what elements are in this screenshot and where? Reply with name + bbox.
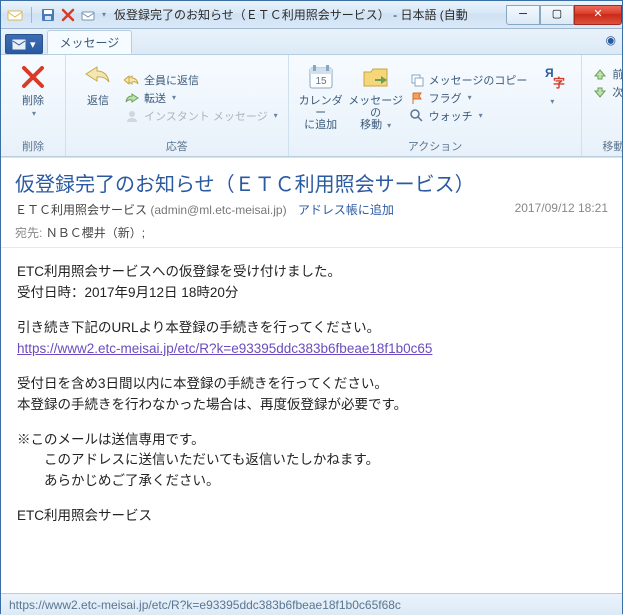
from-name: ＥＴＣ利用照会サービス xyxy=(15,203,147,217)
group-label-nav: 移動 xyxy=(590,136,623,154)
svg-text:15: 15 xyxy=(315,76,327,87)
delete-button[interactable]: 削除▾ xyxy=(9,59,57,136)
status-bar: https://www2.etc-meisai.jp/etc/R?k=e9339… xyxy=(1,593,622,615)
body-signature: ETC利用照会サービス xyxy=(17,506,606,527)
message-to: 宛先: ＮＢＣ櫻井（新）; xyxy=(15,224,608,241)
body-line: このアドレスに送信いただいても返信いたしかねます。 xyxy=(17,450,379,471)
reply-button[interactable]: 返信 xyxy=(74,59,122,136)
reply-all-icon xyxy=(124,72,140,88)
body-line: ETC利用照会サービスへの仮登録を受け付けました。 xyxy=(17,264,341,279)
file-menu-button[interactable]: ▾ xyxy=(5,34,43,54)
quick-access: ▾ xyxy=(1,7,106,23)
to-value: ＮＢＣ櫻井（新）; xyxy=(46,226,145,240)
save-icon[interactable] xyxy=(40,7,56,23)
copy-icon xyxy=(409,72,425,88)
status-text: https://www2.etc-meisai.jp/etc/R?k=e9339… xyxy=(9,598,401,612)
group-label-respond: 応答 xyxy=(74,136,280,154)
message-subject: 仮登録完了のお知らせ（ＥＴＣ利用照会サービス） xyxy=(15,168,608,197)
from-address: (admin@ml.etc-meisai.jp) xyxy=(150,203,286,217)
message-header: 仮登録完了のお知らせ（ＥＴＣ利用照会サービス） 2017/09/12 18:21… xyxy=(1,158,622,248)
body-line: 引き続き下記のURLより本登録の手続きを行ってください。 xyxy=(17,320,380,335)
message-body: ETC利用照会サービスへの仮登録を受け付けました。 受付日時：2017年9月12… xyxy=(1,248,622,593)
prev-button[interactable]: 前へ xyxy=(590,65,623,83)
close-button[interactable]: ✕ xyxy=(574,5,622,25)
folder-move-icon xyxy=(360,61,392,93)
ribbon-group-delete: 削除▾ 削除 xyxy=(1,55,66,156)
add-calendar-button[interactable]: 15 カレンダー に追加 xyxy=(297,59,345,136)
maximize-button[interactable]: ▢ xyxy=(540,5,574,25)
forward-icon xyxy=(124,90,140,106)
attach-icon[interactable] xyxy=(80,7,96,23)
message-date: 2017/09/12 18:21 xyxy=(515,201,608,215)
delete-icon[interactable] xyxy=(60,7,76,23)
ribbon-tabs: ▾ メッセージ ◉ xyxy=(1,29,622,55)
encoding-icon: Я字 xyxy=(535,61,567,93)
group-label-actions: アクション xyxy=(297,136,574,154)
chevron-down-icon: ▾ xyxy=(30,38,36,51)
next-button[interactable]: 次へ xyxy=(590,83,623,101)
watch-icon xyxy=(409,108,425,124)
body-line: あらかじめご了承ください。 xyxy=(17,471,220,492)
ribbon-group-actions: 15 カレンダー に追加 メッセージの 移動 ▾ メッセージのコピー フラグ▾ xyxy=(289,55,583,156)
body-line: 受付日時：2017年9月12日 18時20分 xyxy=(17,285,238,300)
group-label-delete: 削除 xyxy=(9,136,57,154)
message-from: 2017/09/12 18:21 ＥＴＣ利用照会サービス (admin@ml.e… xyxy=(15,201,608,218)
title-bar: ▾ 仮登録完了のお知らせ（ＥＴＣ利用照会サービス） - 日本語 (自動 ─ ▢ … xyxy=(1,1,622,29)
minimize-button[interactable]: ─ xyxy=(506,5,540,25)
svg-text:字: 字 xyxy=(553,75,565,90)
ribbon: 削除▾ 削除 返信 全員に返信 転送▾ xyxy=(1,55,622,157)
app-icon xyxy=(7,7,23,23)
instant-message-button: インスタント メッセージ▾ xyxy=(122,107,280,125)
add-to-addressbook-link[interactable]: アドレス帳に追加 xyxy=(298,203,394,217)
window-controls: ─ ▢ ✕ xyxy=(506,5,622,25)
flag-button[interactable]: フラグ▾ xyxy=(407,89,530,107)
body-line: 受付日を含め3日間以内に本登録の手続きを行ってください。 xyxy=(17,376,388,391)
delete-x-icon xyxy=(17,61,49,93)
help-icon[interactable]: ◉ xyxy=(606,33,616,47)
up-arrow-icon xyxy=(592,66,608,82)
copy-message-button[interactable]: メッセージのコピー xyxy=(407,71,530,89)
ribbon-group-nav: 前へ 次へ 移動 xyxy=(582,55,623,156)
forward-button[interactable]: 転送▾ xyxy=(122,89,280,107)
calendar-icon: 15 xyxy=(305,61,337,93)
body-line: 本登録の手続きを行わなかった場合は、再度仮登録が必要です。 xyxy=(17,397,407,412)
to-label: 宛先: xyxy=(15,226,42,240)
reply-icon xyxy=(82,61,114,93)
body-line: ※このメールは送信専用です。 xyxy=(17,432,205,447)
registration-link[interactable]: https://www2.etc-meisai.jp/etc/R?k=e9339… xyxy=(17,341,432,356)
ribbon-group-respond: 返信 全員に返信 転送▾ インスタント メッセージ▾ 応答 xyxy=(66,55,289,156)
tab-message[interactable]: メッセージ xyxy=(47,30,133,54)
im-icon xyxy=(124,108,140,124)
window-title: 仮登録完了のお知らせ（ＥＴＣ利用照会サービス） - 日本語 (自動 xyxy=(106,6,506,23)
flag-icon xyxy=(409,90,425,106)
move-message-button[interactable]: メッセージの 移動 ▾ xyxy=(345,59,407,136)
encoding-button[interactable]: Я字 ▾ xyxy=(529,59,573,136)
watch-button[interactable]: ウォッチ▾ xyxy=(407,107,530,125)
down-arrow-icon xyxy=(592,84,608,100)
reply-all-button[interactable]: 全員に返信 xyxy=(122,71,280,89)
message-pane: 仮登録完了のお知らせ（ＥＴＣ利用照会サービス） 2017/09/12 18:21… xyxy=(1,157,622,593)
